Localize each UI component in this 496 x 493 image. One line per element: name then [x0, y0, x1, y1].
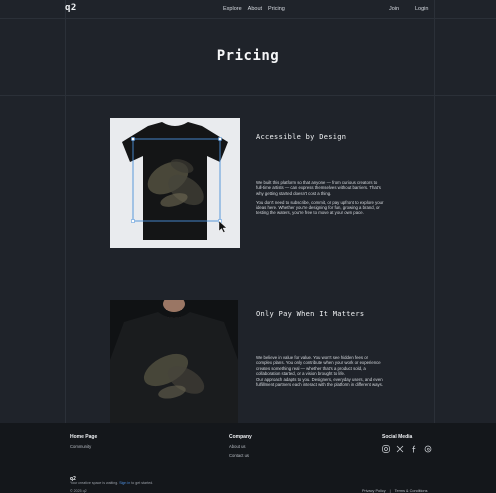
join-link[interactable]: Join: [389, 6, 399, 12]
guide-line-right: [434, 0, 435, 493]
footer-tagline: Your creative space is waiting. Sign in …: [70, 481, 153, 485]
privacy-policy-link[interactable]: Privacy Policy: [362, 489, 386, 493]
login-link[interactable]: Login: [415, 6, 428, 12]
legal-separator: |: [389, 489, 391, 493]
tshirt-product-image[interactable]: [110, 118, 240, 248]
footer-link-contact[interactable]: Contact us: [229, 453, 249, 458]
section-title-pay: Only Pay When It Matters: [256, 310, 365, 318]
section-body-accessible: We built this platform so that anyone — …: [256, 180, 384, 220]
instagram-icon[interactable]: [382, 445, 390, 453]
footer-heading-company: Company: [229, 434, 252, 440]
sign-in-link[interactable]: Sign in: [119, 481, 130, 485]
guide-line-header: [0, 18, 496, 19]
facebook-icon[interactable]: [410, 445, 418, 453]
threads-icon[interactable]: [424, 445, 432, 453]
tshirt-illustration: [122, 122, 228, 240]
tagline-text: Your creative space is waiting.: [70, 481, 119, 485]
copyright: © 2025 q2: [70, 489, 87, 493]
main-nav: Explore About Pricing: [223, 6, 285, 12]
footer-link-community[interactable]: Community: [70, 444, 91, 449]
paragraph: Our approach adapts to you. Designers, e…: [256, 377, 383, 388]
paragraph: We built this platform so that anyone — …: [256, 180, 381, 196]
top-navigation-bar: q2 Explore About Pricing Join Login: [0, 0, 496, 18]
footer-link-about[interactable]: About us: [229, 444, 246, 449]
nav-explore[interactable]: Explore: [223, 6, 242, 12]
tagline-text-end: to get started.: [131, 481, 154, 485]
model-wearing-tshirt-image[interactable]: [110, 300, 238, 423]
social-icons: [382, 445, 432, 453]
footer-heading-social: Social Media: [382, 434, 413, 440]
section-title-accessible: Accessible by Design: [256, 133, 347, 141]
terms-link[interactable]: Terms & Conditions: [395, 489, 428, 493]
x-icon[interactable]: [396, 445, 404, 453]
guide-line-title: [0, 95, 496, 96]
nav-pricing[interactable]: Pricing: [268, 6, 285, 12]
legal-links: Privacy Policy | Terms & Conditions: [362, 489, 428, 493]
footer-heading-home: Home Page: [70, 434, 98, 440]
paragraph: You don't need to subscribe, commit, or …: [256, 199, 384, 216]
section-body-pay: We believe in value for value. You won't…: [256, 355, 384, 392]
model-illustration: [110, 300, 238, 423]
logo[interactable]: q2: [65, 3, 77, 13]
paragraph: We believe in value for value. You won't…: [256, 355, 381, 376]
nav-about[interactable]: About: [248, 6, 262, 12]
guide-line-left: [65, 0, 66, 493]
page-title: Pricing: [216, 48, 280, 64]
